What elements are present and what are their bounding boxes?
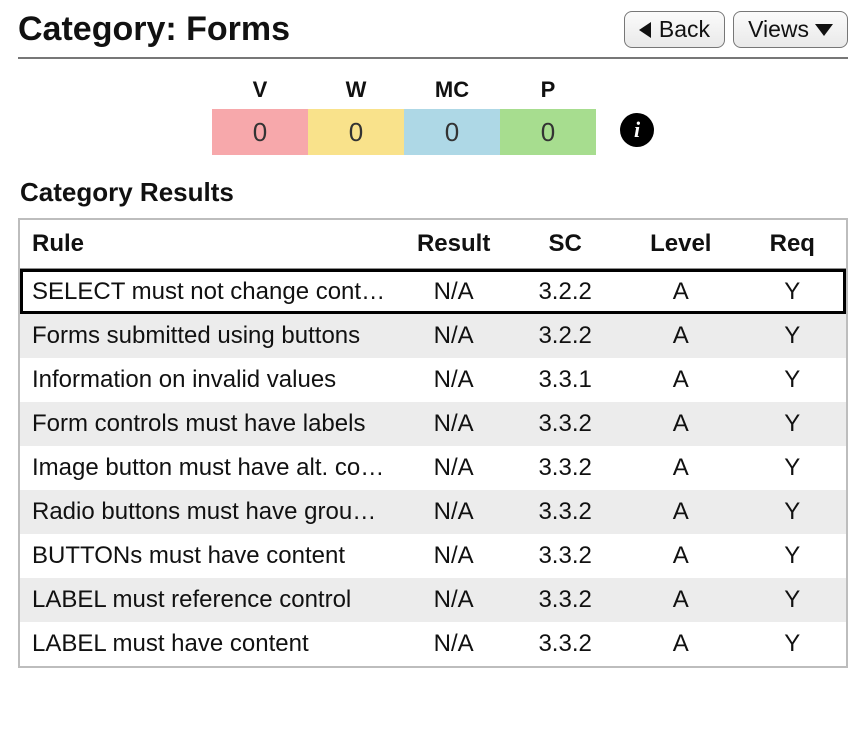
cell-req: Y xyxy=(739,446,846,490)
cell-sc: 3.3.2 xyxy=(507,578,623,622)
cell-sc: 3.3.2 xyxy=(507,490,623,534)
summary-tile-value: 0 xyxy=(308,109,404,155)
cell-rule: LABEL must have content xyxy=(20,622,400,666)
cell-req: Y xyxy=(739,314,846,358)
summary-tiles: V0W0MC0P0 xyxy=(212,77,596,155)
cell-result: N/A xyxy=(400,269,507,314)
header-bar: Category: Forms Back Views xyxy=(18,10,848,59)
cell-rule: Form controls must have labels xyxy=(20,402,400,446)
page-title: Category: Forms xyxy=(18,10,290,49)
cell-rule: SELECT must not change context xyxy=(20,269,400,314)
cell-result: N/A xyxy=(400,446,507,490)
table-row[interactable]: Image button must have alt. contentN/A3.… xyxy=(20,446,846,490)
table-row[interactable]: Radio buttons must have grouping labelN/… xyxy=(20,490,846,534)
summary-tile-label: P xyxy=(541,77,556,103)
header-buttons: Back Views xyxy=(624,11,848,48)
cell-result: N/A xyxy=(400,314,507,358)
cell-rule: Information on invalid values xyxy=(20,358,400,402)
summary-tile-mc: MC 0 xyxy=(404,77,500,155)
summary-tile-label: W xyxy=(346,77,367,103)
cell-level: A xyxy=(623,269,739,314)
cell-rule: BUTTONs must have content xyxy=(20,534,400,578)
cell-req: Y xyxy=(739,490,846,534)
cell-result: N/A xyxy=(400,534,507,578)
cell-level: A xyxy=(623,314,739,358)
cell-sc: 3.3.2 xyxy=(507,446,623,490)
cell-req: Y xyxy=(739,578,846,622)
cell-sc: 3.3.2 xyxy=(507,402,623,446)
summary-row: V0W0MC0P0 i xyxy=(18,77,848,155)
views-button-label: Views xyxy=(748,16,809,43)
info-icon[interactable]: i xyxy=(620,113,654,147)
cell-sc: 3.2.2 xyxy=(507,314,623,358)
cell-sc: 3.3.2 xyxy=(507,534,623,578)
cell-req: Y xyxy=(739,622,846,666)
cell-rule: Radio buttons must have grouping label xyxy=(20,490,400,534)
summary-tile-p: P0 xyxy=(500,77,596,155)
cell-rule: Image button must have alt. content xyxy=(20,446,400,490)
cell-result: N/A xyxy=(400,358,507,402)
col-level[interactable]: Level xyxy=(623,220,739,269)
cell-result: N/A xyxy=(400,490,507,534)
cell-result: N/A xyxy=(400,578,507,622)
table-row[interactable]: Information on invalid valuesN/A3.3.1AY xyxy=(20,358,846,402)
cell-level: A xyxy=(623,622,739,666)
triangle-down-icon xyxy=(815,24,833,36)
summary-tile-label: MC xyxy=(435,77,469,103)
views-button[interactable]: Views xyxy=(733,11,848,48)
cell-rule: LABEL must reference control xyxy=(20,578,400,622)
col-sc[interactable]: SC xyxy=(507,220,623,269)
cell-req: Y xyxy=(739,358,846,402)
summary-tile-label: V xyxy=(253,77,268,103)
table-row[interactable]: LABEL must have contentN/A3.3.2AY xyxy=(20,622,846,666)
cell-level: A xyxy=(623,490,739,534)
summary-tile-value: 0 xyxy=(404,109,500,155)
cell-sc: 3.3.1 xyxy=(507,358,623,402)
cell-level: A xyxy=(623,402,739,446)
results-table: Rule Result SC Level Req SELECT must not… xyxy=(20,220,846,666)
cell-level: A xyxy=(623,534,739,578)
triangle-left-icon xyxy=(639,22,653,38)
results-table-wrap: Rule Result SC Level Req SELECT must not… xyxy=(18,218,848,668)
cell-level: A xyxy=(623,578,739,622)
cell-result: N/A xyxy=(400,622,507,666)
cell-req: Y xyxy=(739,534,846,578)
table-row[interactable]: LABEL must reference controlN/A3.3.2AY xyxy=(20,578,846,622)
col-rule[interactable]: Rule xyxy=(20,220,400,269)
back-button[interactable]: Back xyxy=(624,11,725,48)
cell-req: Y xyxy=(739,402,846,446)
table-row[interactable]: SELECT must not change contextN/A3.2.2AY xyxy=(20,269,846,314)
cell-sc: 3.2.2 xyxy=(507,269,623,314)
cell-sc: 3.3.2 xyxy=(507,622,623,666)
back-button-label: Back xyxy=(659,16,710,43)
col-result[interactable]: Result xyxy=(400,220,507,269)
cell-req: Y xyxy=(739,269,846,314)
summary-tile-value: 0 xyxy=(500,109,596,155)
cell-result: N/A xyxy=(400,402,507,446)
summary-tile-w: W0 xyxy=(308,77,404,155)
summary-tile-value: 0 xyxy=(212,109,308,155)
table-row[interactable]: BUTTONs must have contentN/A3.3.2AY xyxy=(20,534,846,578)
cell-level: A xyxy=(623,446,739,490)
table-row[interactable]: Form controls must have labelsN/A3.3.2AY xyxy=(20,402,846,446)
table-header-row: Rule Result SC Level Req xyxy=(20,220,846,269)
results-title: Category Results xyxy=(20,177,848,208)
summary-tile-v: V0 xyxy=(212,77,308,155)
cell-rule: Forms submitted using buttons xyxy=(20,314,400,358)
cell-level: A xyxy=(623,358,739,402)
table-row[interactable]: Forms submitted using buttonsN/A3.2.2AY xyxy=(20,314,846,358)
col-req[interactable]: Req xyxy=(739,220,846,269)
